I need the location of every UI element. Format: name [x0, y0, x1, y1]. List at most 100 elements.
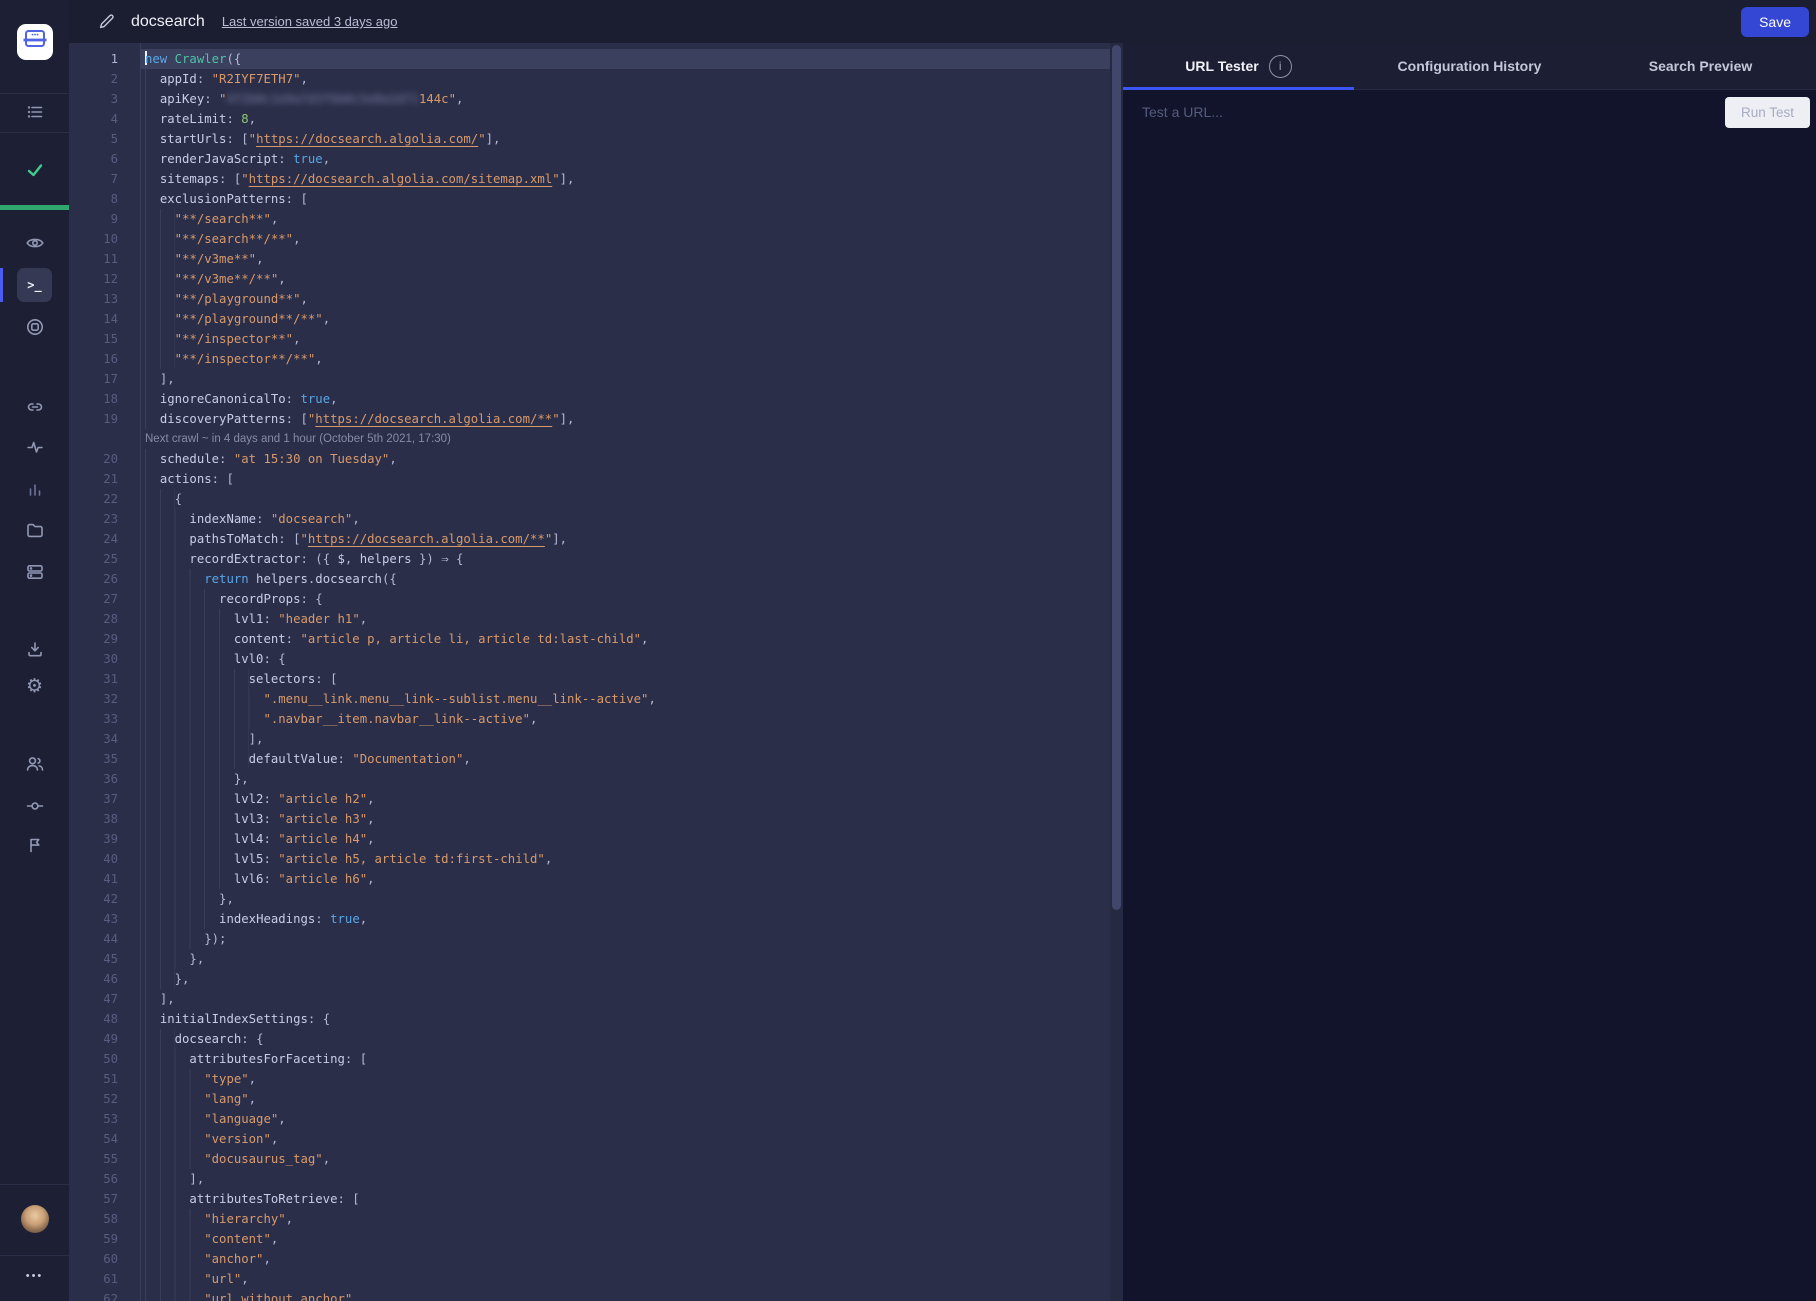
code-line[interactable]: 29 content: "article p, article li, arti…	[69, 629, 1110, 649]
code-line[interactable]: 26 return helpers.docsearch({	[69, 569, 1110, 589]
code-line[interactable]: 7 sitemaps: ["https://docsearch.algolia.…	[69, 169, 1110, 189]
code-line[interactable]: 44 });	[69, 929, 1110, 949]
code-line[interactable]: 42 },	[69, 889, 1110, 909]
save-button[interactable]: Save	[1741, 7, 1809, 37]
link-icon[interactable]	[25, 397, 45, 417]
code-line[interactable]: 62 "url_without_anchor"	[69, 1289, 1110, 1301]
server-icon[interactable]	[25, 562, 45, 582]
code-line[interactable]: 45 },	[69, 949, 1110, 969]
info-icon[interactable]: i	[1269, 55, 1292, 78]
code-line[interactable]: 5 startUrls: ["https://docsearch.algolia…	[69, 129, 1110, 149]
line-number: 28	[69, 609, 118, 629]
code-line[interactable]: 55 "docusaurus_tag",	[69, 1149, 1110, 1169]
line-number: 41	[69, 869, 118, 889]
user-avatar[interactable]	[21, 1205, 49, 1233]
code-line[interactable]: 54 "version",	[69, 1129, 1110, 1149]
folder-icon[interactable]	[25, 520, 45, 540]
code-line[interactable]: 56 ],	[69, 1169, 1110, 1189]
code-line[interactable]: 49 docsearch: {	[69, 1029, 1110, 1049]
code-line[interactable]: 3 apiKey: "4f2b8c1e9a7d3f6b0c5e8a2d71144…	[69, 89, 1110, 109]
code-line[interactable]: 52 "lang",	[69, 1089, 1110, 1109]
scrollbar-thumb[interactable]	[1112, 45, 1121, 910]
code-line[interactable]: 9 "**/search**",	[69, 209, 1110, 229]
code-line[interactable]: 28 lvl1: "header h1",	[69, 609, 1110, 629]
code-line[interactable]: 11 "**/v3me**",	[69, 249, 1110, 269]
code-line[interactable]: 10 "**/search**/**",	[69, 229, 1110, 249]
code-line[interactable]: 1new Crawler({	[69, 49, 1110, 69]
indent-guides	[145, 569, 204, 589]
code-line[interactable]: 58 "hierarchy",	[69, 1209, 1110, 1229]
code-line[interactable]: 21 actions: [	[69, 469, 1110, 489]
url-test-input[interactable]	[1140, 103, 1725, 121]
code-line[interactable]: 57 attributesToRetrieve: [	[69, 1189, 1110, 1209]
edit-pencil-icon[interactable]	[97, 12, 116, 31]
code-line[interactable]: 34 ],	[69, 729, 1110, 749]
code-line[interactable]: 23 indexName: "docsearch",	[69, 509, 1110, 529]
api-key-icon[interactable]	[25, 796, 45, 816]
code-line[interactable]: 24 pathsToMatch: ["https://docsearch.alg…	[69, 529, 1110, 549]
line-number: 49	[69, 1029, 118, 1049]
check-icon[interactable]	[25, 160, 45, 180]
gear-icon[interactable]: ⚙	[25, 676, 45, 696]
code-line[interactable]: 60 "anchor",	[69, 1249, 1110, 1269]
code-line[interactable]: 59 "content",	[69, 1229, 1110, 1249]
code-line[interactable]: 61 "url",	[69, 1269, 1110, 1289]
run-test-button[interactable]: Run Test	[1725, 97, 1810, 128]
code-line[interactable]: 6 renderJavaScript: true,	[69, 149, 1110, 169]
code-line[interactable]: 17 ],	[69, 369, 1110, 389]
tab-label: URL Tester	[1185, 58, 1258, 74]
code-line[interactable]: 22 {	[69, 489, 1110, 509]
tab-configuration-history[interactable]: Configuration History	[1354, 43, 1585, 89]
code-line[interactable]: 25 recordExtractor: ({ $, helpers }) ⇒ {	[69, 549, 1110, 569]
code-editor[interactable]: 1new Crawler({2 appId: "R2IYF7ETH7",3 ap…	[69, 43, 1110, 1301]
code-line[interactable]: 19 discoveryPatterns: ["https://docsearc…	[69, 409, 1110, 429]
code-line[interactable]: 37 lvl2: "article h2",	[69, 789, 1110, 809]
lifebuoy-icon[interactable]	[25, 317, 45, 337]
code-line[interactable]: 50 attributesForFaceting: [	[69, 1049, 1110, 1069]
code-lines[interactable]: 1new Crawler({2 appId: "R2IYF7ETH7",3 ap…	[69, 43, 1110, 1301]
code-line[interactable]: 2 appId: "R2IYF7ETH7",	[69, 69, 1110, 89]
code-line[interactable]: 41 lvl6: "article h6",	[69, 869, 1110, 889]
code-line[interactable]: 16 "**/inspector**/**",	[69, 349, 1110, 369]
eye-icon[interactable]	[25, 233, 45, 253]
code-line[interactable]: 14 "**/playground**/**",	[69, 309, 1110, 329]
indent-guides	[145, 229, 175, 249]
code-line[interactable]: 38 lvl3: "article h3",	[69, 809, 1110, 829]
code-line[interactable]: 8 exclusionPatterns: [	[69, 189, 1110, 209]
code-line[interactable]: 12 "**/v3me**/**",	[69, 269, 1110, 289]
editor-scrollbar[interactable]	[1110, 43, 1123, 1301]
list-icon[interactable]	[25, 102, 45, 122]
activity-icon[interactable]	[25, 437, 45, 457]
code-line[interactable]: 40 lvl5: "article h5, article td:first-c…	[69, 849, 1110, 869]
code-line[interactable]: 48 initialIndexSettings: {	[69, 1009, 1110, 1029]
code-line[interactable]: 27 recordProps: {	[69, 589, 1110, 609]
code-line[interactable]: 36 },	[69, 769, 1110, 789]
tab-search-preview[interactable]: Search Preview	[1585, 43, 1816, 89]
tab-url-tester[interactable]: URL Tester i	[1123, 43, 1354, 89]
code-line[interactable]: 43 indexHeadings: true,	[69, 909, 1110, 929]
code-line[interactable]: 39 lvl4: "article h4",	[69, 829, 1110, 849]
code-line[interactable]: 51 "type",	[69, 1069, 1110, 1089]
code-line[interactable]: 15 "**/inspector**",	[69, 329, 1110, 349]
terminal-icon[interactable]: >_	[17, 268, 52, 302]
flag-icon[interactable]	[25, 835, 45, 855]
code-line[interactable]: 53 "language",	[69, 1109, 1110, 1129]
code-line[interactable]: 32 ".menu__link.menu__link--sublist.menu…	[69, 689, 1110, 709]
code-line[interactable]: 35 defaultValue: "Documentation",	[69, 749, 1110, 769]
users-icon[interactable]	[25, 754, 45, 774]
code-line[interactable]: 47 ],	[69, 989, 1110, 1009]
code-line[interactable]: 4 rateLimit: 8,	[69, 109, 1110, 129]
code-line[interactable]: 13 "**/playground**",	[69, 289, 1110, 309]
code-line[interactable]: 31 selectors: [	[69, 669, 1110, 689]
code-line[interactable]: 18 ignoreCanonicalTo: true,	[69, 389, 1110, 409]
download-icon[interactable]	[25, 639, 45, 659]
crawler-logo-button[interactable]	[17, 24, 53, 60]
more-options-icon[interactable]: •••	[0, 1270, 69, 1282]
code-line[interactable]: 46 },	[69, 969, 1110, 989]
code-line[interactable]: 33 ".navbar__item.navbar__link--active",	[69, 709, 1110, 729]
bar-chart-icon[interactable]	[25, 479, 45, 499]
indent-guides	[145, 989, 160, 1009]
last-saved-link[interactable]: Last version saved 3 days ago	[222, 14, 398, 29]
code-line[interactable]: 30 lvl0: {	[69, 649, 1110, 669]
code-line[interactable]: 20 schedule: "at 15:30 on Tuesday",	[69, 449, 1110, 469]
